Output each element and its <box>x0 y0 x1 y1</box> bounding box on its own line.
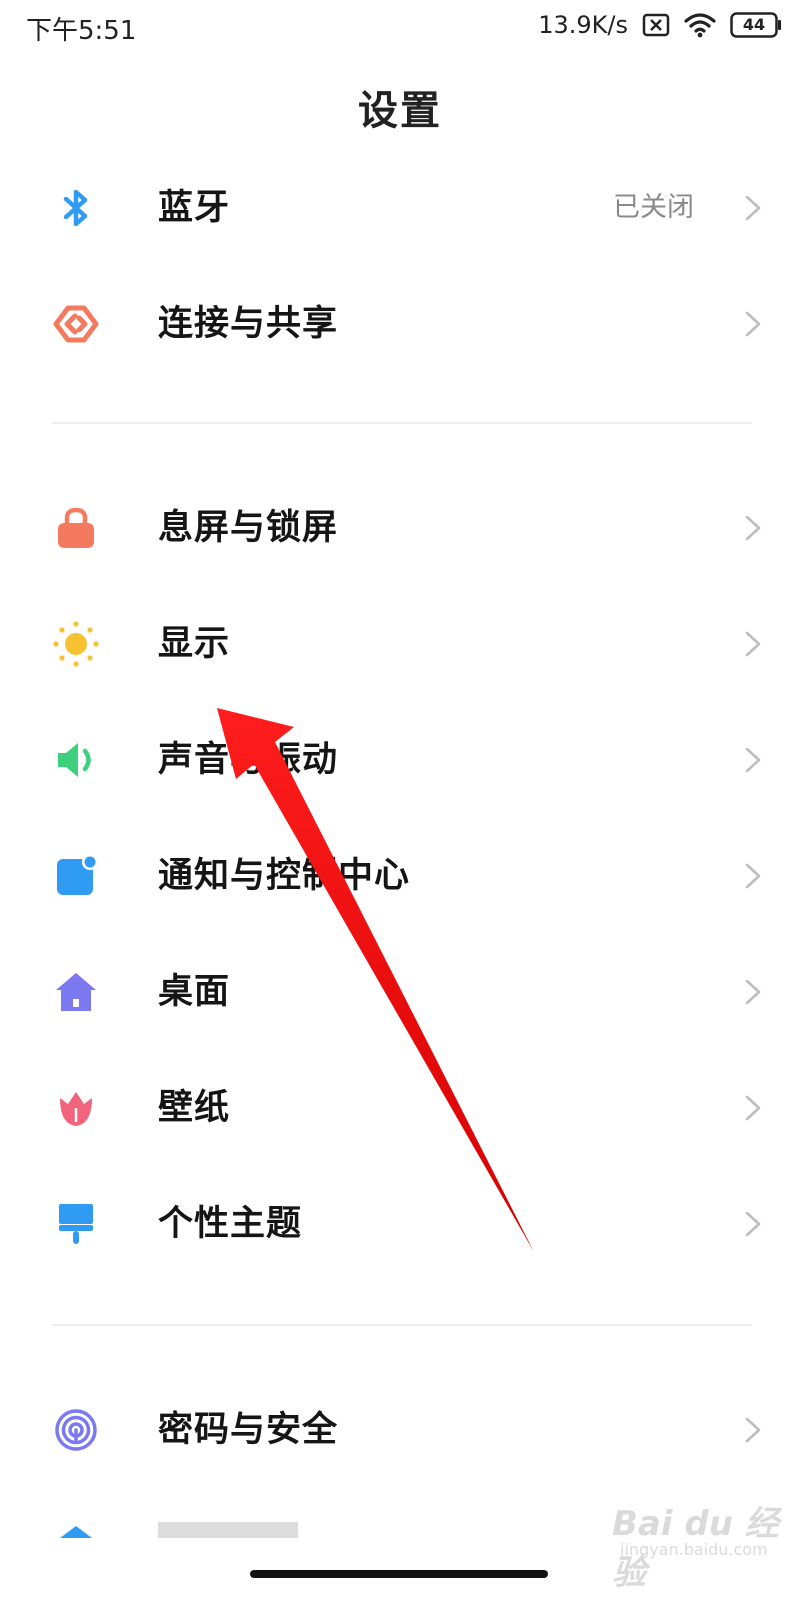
settings-item-label: 壁纸 <box>158 1088 231 1128</box>
settings-item-label: 连接与共享 <box>158 304 339 344</box>
wifi-icon <box>684 13 716 38</box>
settings-item-password-security[interactable]: 密码与安全 <box>0 1372 800 1488</box>
settings-item-display[interactable]: 显示 <box>0 586 800 702</box>
bluetooth-status: 已关闭 <box>613 192 694 223</box>
settings-item-lock-screen[interactable]: 息屏与锁屏 <box>0 470 800 586</box>
battery-icon: 44 <box>730 12 782 38</box>
chevron-right-icon <box>745 515 761 541</box>
notification-icon <box>57 854 98 895</box>
chevron-right-icon <box>745 311 761 337</box>
settings-item-label: 桌面 <box>158 972 231 1012</box>
chevron-right-icon <box>745 631 761 657</box>
status-bar: 下午5:51 13.9K/s 44 <box>0 0 800 50</box>
chevron-right-icon <box>745 863 761 889</box>
settings-item-connection-sharing[interactable]: 连接与共享 <box>0 266 800 382</box>
settings-item-label: 密码与安全 <box>158 1410 339 1450</box>
settings-item-label: 息屏与锁屏 <box>158 508 339 548</box>
speaker-icon <box>58 743 91 777</box>
paint-brush-icon <box>59 1204 93 1244</box>
status-icons: 13.9K/s 44 <box>538 10 782 40</box>
battery-level: 44 <box>742 15 766 34</box>
watermark-url: jingyan.baidu.com <box>620 1540 768 1559</box>
partial-item-icon <box>60 1526 92 1538</box>
settings-item-sound-vibration[interactable]: 声音与振动 <box>0 702 800 818</box>
status-time: 下午5:51 <box>26 16 137 46</box>
partial-item-label <box>158 1522 308 1538</box>
sun-icon <box>53 621 99 667</box>
home-indicator[interactable] <box>250 1570 548 1578</box>
settings-item-home-screen[interactable]: 桌面 <box>0 934 800 1050</box>
settings-item-label: 声音与振动 <box>158 740 339 780</box>
settings-item-bluetooth[interactable]: 蓝牙 已关闭 <box>0 150 800 266</box>
lock-icon <box>58 507 94 548</box>
chevron-right-icon <box>745 1211 761 1237</box>
connection-sharing-icon <box>53 305 99 343</box>
chevron-right-icon <box>745 747 761 773</box>
chevron-right-icon <box>745 195 761 221</box>
page-title: 设置 <box>358 88 442 134</box>
settings-item-label: 蓝牙 <box>158 188 231 228</box>
fingerprint-icon <box>55 1409 97 1451</box>
watermark: Bai du 经验 jingyan.baidu.com <box>612 1496 792 1593</box>
chevron-right-icon <box>745 1095 761 1121</box>
sim-disabled-icon <box>642 13 670 37</box>
section-divider <box>52 1324 752 1326</box>
settings-item-notifications[interactable]: 通知与控制中心 <box>0 818 800 934</box>
home-icon <box>56 973 96 1011</box>
flower-icon <box>60 1092 92 1126</box>
bluetooth-icon <box>63 189 88 227</box>
settings-item-label: 个性主题 <box>158 1204 303 1244</box>
chevron-right-icon <box>745 979 761 1005</box>
settings-item-themes[interactable]: 个性主题 <box>0 1166 800 1282</box>
chevron-right-icon <box>745 1417 761 1443</box>
network-speed: 13.9K/s <box>538 11 628 39</box>
settings-item-wallpaper[interactable]: 壁纸 <box>0 1050 800 1166</box>
section-divider <box>52 422 752 424</box>
settings-item-label: 显示 <box>158 624 231 664</box>
settings-item-label: 通知与控制中心 <box>158 856 411 896</box>
